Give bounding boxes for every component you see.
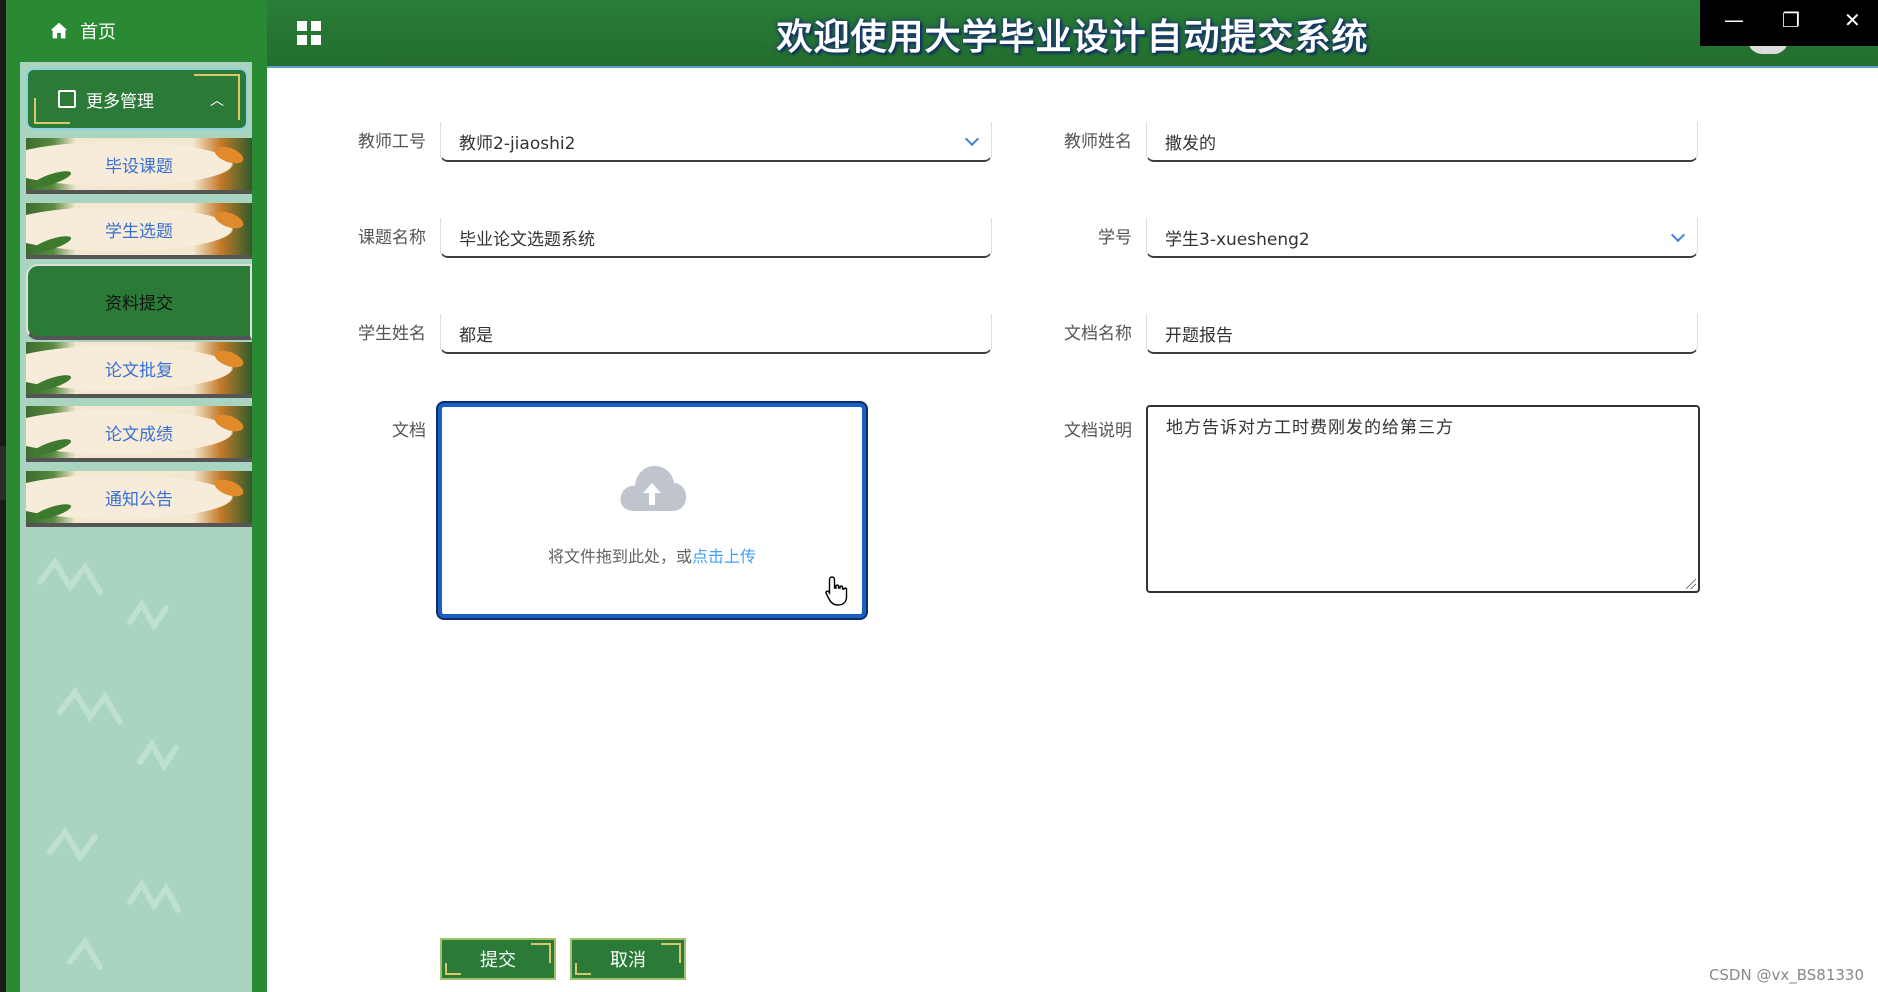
student-id-label: 学号	[1098, 228, 1132, 248]
sidebar-home-label: 首页	[80, 22, 116, 43]
menu-decoration	[34, 98, 70, 124]
doc-name-field[interactable]: 开题报告	[1146, 314, 1698, 354]
flower-decoration	[212, 476, 246, 500]
chevron-down-icon	[964, 131, 980, 147]
button-decoration	[531, 943, 551, 963]
cancel-label: 取消	[610, 950, 646, 971]
sidebar-item-paper-review[interactable]: 论文批复	[26, 342, 252, 398]
sidebar-item-paper-grades[interactable]: 论文成绩	[26, 406, 252, 462]
flower-decoration	[212, 208, 246, 232]
sidebar-panel	[20, 62, 252, 992]
close-icon[interactable]: ✕	[1844, 8, 1861, 32]
student-name-field[interactable]: 都是	[440, 314, 992, 354]
chevron-up-icon: ︿	[210, 93, 224, 109]
sidebar-item-label: 论文成绩	[105, 424, 173, 445]
sidebar-item-label: 毕设课题	[105, 156, 173, 177]
submit-button[interactable]: 提交	[440, 938, 556, 980]
teacher-id-value: 教师2-jiaoshi2	[459, 133, 576, 154]
teacher-id-select[interactable]: 教师2-jiaoshi2	[440, 122, 992, 162]
leaf-decoration	[31, 372, 73, 394]
topic-name-field[interactable]: 毕业论文选题系统	[440, 218, 992, 258]
minimize-icon[interactable]: —	[1724, 8, 1744, 32]
top-header: 欢迎使用大学毕业设计自动提交系统 — ❐ ✕	[267, 0, 1878, 68]
doc-desc-textarea[interactable]: 地方告诉对方工时费刚发的给第三方	[1146, 405, 1700, 593]
topic-name-label: 课题名称	[358, 228, 426, 248]
student-id-select[interactable]: 学生3-xuesheng2	[1146, 218, 1698, 258]
student-name-label: 学生姓名	[358, 324, 426, 344]
upload-hint-text: 将文件拖到此处，或	[547, 547, 692, 566]
restore-icon[interactable]: ❐	[1782, 8, 1800, 32]
leaf-decoration	[31, 501, 73, 523]
doc-desc-value: 地方告诉对方工时费刚发的给第三方	[1166, 418, 1454, 438]
cancel-button[interactable]: 取消	[570, 938, 686, 980]
sidebar-item-notices[interactable]: 通知公告	[26, 471, 252, 527]
sidebar-item-material-submission[interactable]: 资料提交	[26, 264, 252, 340]
topic-name-value: 毕业论文选题系统	[459, 229, 595, 250]
watermark: CSDN @vx_BS81330	[1708, 966, 1864, 984]
sidebar-item-student-selection[interactable]: 学生选题	[26, 203, 252, 259]
button-decoration	[445, 963, 461, 975]
window-controls: — ❐ ✕	[1700, 0, 1878, 46]
leaf-decoration	[31, 436, 73, 458]
sidebar-menu-more-management[interactable]: 更多管理 ︿	[26, 68, 248, 130]
sidebar-pattern	[37, 556, 181, 970]
sidebar-item-home[interactable]: 首页	[20, 0, 252, 62]
upload-hint: 将文件拖到此处，或点击上传	[442, 543, 862, 567]
sidebar-item-label: 资料提交	[105, 293, 173, 314]
flower-decoration	[212, 143, 246, 167]
doc-file-label: 文档	[392, 421, 426, 441]
doc-name-label: 文档名称	[1064, 324, 1132, 344]
flower-decoration	[212, 347, 246, 371]
chevron-down-icon	[1670, 227, 1686, 243]
sidebar-parent-label: 更多管理	[86, 91, 154, 112]
teacher-name-label: 教师姓名	[1064, 132, 1132, 152]
button-decoration	[575, 963, 591, 975]
student-name-value: 都是	[459, 325, 493, 346]
leaf-decoration	[31, 233, 73, 255]
sidebar-item-thesis-topics[interactable]: 毕设课题	[26, 138, 252, 194]
sidebar-item-label: 论文批复	[105, 360, 173, 381]
student-id-value: 学生3-xuesheng2	[1165, 229, 1310, 250]
upload-link[interactable]: 点击上传	[692, 547, 756, 566]
sidebar-item-label: 通知公告	[105, 489, 173, 510]
flower-decoration	[212, 411, 246, 435]
resize-grip-icon[interactable]	[1686, 579, 1696, 589]
home-icon	[50, 22, 68, 39]
button-decoration	[661, 943, 681, 963]
app-title: 欢迎使用大学毕业设计自动提交系统	[776, 17, 1369, 58]
sidebar-item-label: 学生选题	[105, 221, 173, 242]
upload-cloud-icon	[620, 465, 687, 511]
teacher-name-value: 撒发的	[1165, 133, 1216, 154]
leaf-decoration	[31, 168, 73, 190]
doc-name-value: 开题报告	[1165, 325, 1233, 346]
hand-cursor-icon	[825, 576, 848, 606]
teacher-id-label: 教师工号	[358, 132, 426, 152]
file-upload-dropzone[interactable]: 将文件拖到此处，或点击上传	[438, 403, 866, 618]
submit-label: 提交	[480, 950, 516, 971]
teacher-name-field[interactable]: 撒发的	[1146, 122, 1698, 162]
doc-desc-label: 文档说明	[1064, 421, 1132, 441]
